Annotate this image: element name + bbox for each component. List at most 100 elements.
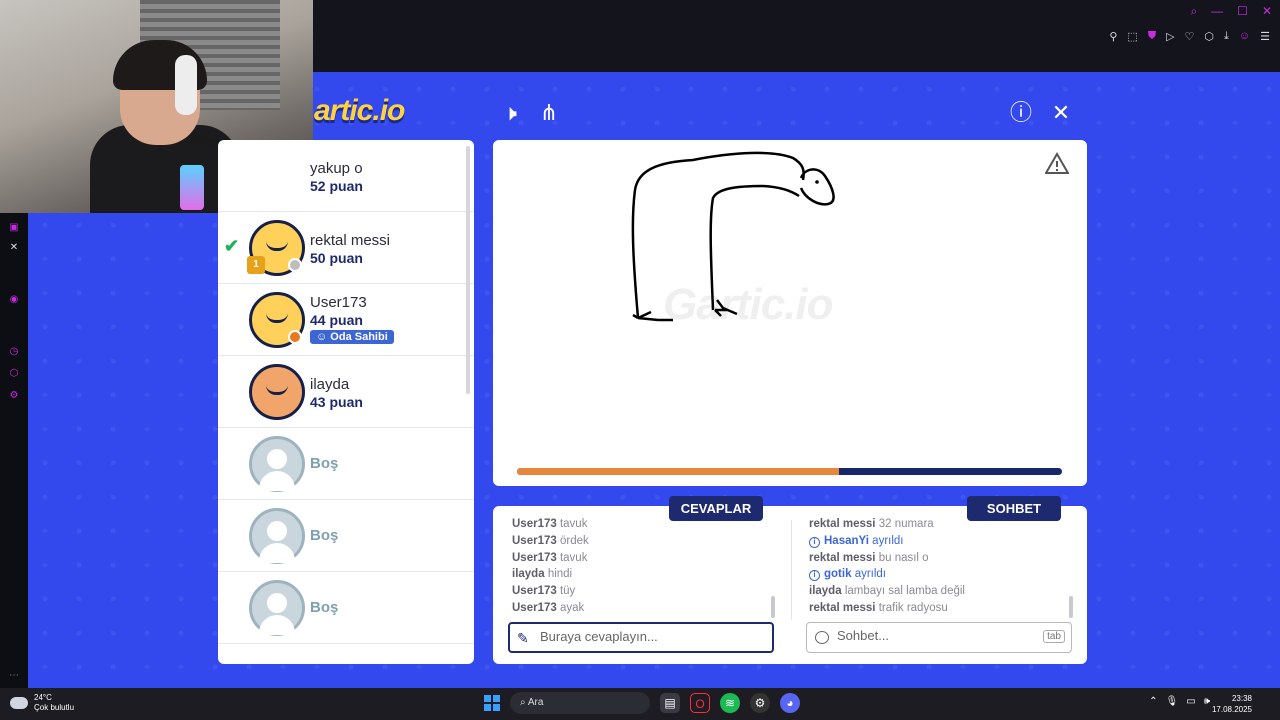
empty-avatar-icon: [249, 508, 305, 564]
cloud-icon: [10, 697, 28, 709]
chat-message: ilayda lambayı sal lamba değil: [809, 585, 965, 598]
player-name: rektal messi: [310, 232, 391, 249]
chat-message: rektal messi 32 numara: [809, 518, 934, 530]
spotify-icon[interactable]: ≋: [720, 693, 740, 713]
chat-bubble-icon: [815, 631, 829, 644]
status-dot: [288, 258, 302, 272]
drawing-canvas[interactable]: Gartic.io: [493, 140, 1087, 486]
answer-field[interactable]: ✎: [508, 622, 774, 653]
tab-key-hint: tab: [1043, 630, 1065, 643]
chat-list: rektal messi 32 numara i HasanYi ayrıldı re…: [809, 516, 965, 617]
twitch-icon[interactable]: ▣: [7, 221, 21, 235]
avatar[interactable]: [249, 364, 305, 420]
profile-icon[interactable]: ☺: [1239, 30, 1250, 43]
share-icon[interactable]: ⋔: [536, 100, 562, 126]
player-list-scrollbar[interactable]: [466, 146, 470, 394]
pin-icon[interactable]: ⚲: [1109, 30, 1117, 43]
maximize-icon[interactable]: ☐: [1237, 4, 1248, 19]
answers-list: User173 tavuk User173 ördek User173 tavuk i…: [512, 516, 589, 617]
pencil-icon: ✎: [517, 630, 529, 646]
heart-icon[interactable]: ♡: [1185, 30, 1195, 43]
settings-icon[interactable]: ⚙: [7, 389, 21, 403]
weather-desc: Çok bulutlu: [34, 703, 75, 712]
weather-widget[interactable]: 24°C Çok bulutlu: [10, 693, 74, 713]
opera-icon[interactable]: O: [690, 693, 710, 713]
chevron-up-icon[interactable]: ⌃: [1149, 696, 1157, 707]
player-score: 52 puan: [310, 178, 363, 194]
time-progress-bar: [517, 468, 1062, 475]
empty-avatar-icon: [249, 436, 305, 492]
time-progress-fill: [517, 468, 839, 475]
player-row: User173 44 puan ☺ Oda Sahibi: [218, 284, 474, 356]
game-logo: artic.io: [314, 94, 405, 127]
more-icon[interactable]: ⋯: [7, 669, 21, 683]
menu-icon[interactable]: ☰: [1260, 30, 1270, 43]
chat-input[interactable]: [837, 628, 1037, 643]
close-icon[interactable]: ✕: [1048, 100, 1074, 126]
play-icon[interactable]: ▷: [1166, 30, 1174, 43]
close-window-icon[interactable]: ✕: [1262, 4, 1272, 19]
player-name: yakup o: [310, 160, 363, 177]
microphone-icon[interactable]: 🎙: [1166, 696, 1179, 707]
taskbar-search[interactable]: ⌕ Ara: [510, 692, 650, 714]
player-name: ilayda: [310, 376, 350, 393]
player-score: 43 puan: [310, 394, 363, 410]
player-row: yakup o 52 puan: [218, 140, 474, 212]
empty-slot-label: Boş: [310, 599, 339, 616]
taskbar: 24°C Çok bulutlu ⌕ Ara ▤ O ≋ ⚙ ◕ ⌃ 🎙 ▭ 🕪…: [0, 688, 1280, 720]
system-message: i gotik ayrıldı: [809, 566, 965, 583]
extensions-rail-icon[interactable]: ⬡: [7, 367, 21, 381]
system-message: i HasanYi ayrıldı: [809, 533, 965, 550]
x-icon[interactable]: ✕: [7, 241, 21, 255]
player-icon[interactable]: ◉: [7, 293, 21, 307]
weather-temp: 24°C: [34, 693, 52, 702]
volume-icon[interactable]: 🕪: [1204, 696, 1210, 707]
player-row: ✔ 1 rektal messi 50 puan: [218, 212, 474, 284]
chat-message: rektal messi bu nasıl o: [809, 551, 929, 564]
window-controls: ⌕ — ☐ ✕: [1190, 4, 1272, 19]
windows-start-icon[interactable]: [484, 695, 500, 711]
player-score: 50 puan: [310, 250, 363, 266]
extensions-icon[interactable]: ⬡: [1204, 30, 1214, 43]
answers-scrollbar[interactable]: [771, 596, 775, 618]
empty-slot-label: Boş: [310, 455, 339, 472]
empty-slot[interactable]: Boş: [218, 428, 474, 500]
clock[interactable]: 23:38 17.08.2025: [1212, 693, 1252, 715]
minimize-icon[interactable]: —: [1211, 4, 1223, 19]
answer-item: ilayda hindi: [512, 568, 573, 581]
network-icon[interactable]: ▭: [1186, 696, 1195, 707]
search-icon[interactable]: ⌕: [1190, 4, 1197, 19]
info-icon: i: [809, 536, 820, 548]
empty-slot[interactable]: Boş: [218, 572, 474, 644]
screen: ⌕ — ☐ ✕ ⚲ ⬚ ⛊ ▷ ♡ ⬡ ⤓ ☺ ☰ ▣ ✕ ◉ ◷ ⬡ ⚙ ⋯: [0, 0, 1280, 720]
chat-scrollbar[interactable]: [1069, 596, 1073, 618]
trophy-icon: 1: [247, 256, 265, 274]
empty-slot-label: Boş: [310, 527, 339, 544]
answer-input[interactable]: [540, 629, 740, 644]
screenshot-icon[interactable]: ⬚: [1127, 30, 1137, 43]
steam-icon[interactable]: ⚙: [750, 693, 770, 713]
player-score: 44 puan: [310, 312, 363, 328]
chat-message: rektal messi trafik radyosu: [809, 601, 948, 614]
answer-item: User173 tüy: [512, 585, 576, 598]
answer-item: User173 tavuk: [512, 551, 588, 564]
answers-chat-panel: CEVAPLAR SOHBET User173 tavuk User173 örd…: [493, 496, 1087, 664]
check-icon: ✔: [224, 236, 240, 256]
taskbar-apps: ⌕ Ara ▤ O ≋ ⚙ ◕: [484, 692, 800, 714]
answer-item: User173 ayak: [512, 601, 585, 614]
discord-icon[interactable]: ◕: [780, 693, 800, 713]
info-icon[interactable]: ⓘ: [1008, 100, 1034, 126]
history-icon[interactable]: ◷: [7, 345, 21, 359]
shield-icon[interactable]: ⛊: [1148, 30, 1156, 43]
file-explorer-icon[interactable]: ▤: [660, 693, 680, 713]
player-row: ilayda 43 puan: [218, 356, 474, 428]
report-icon[interactable]: [1045, 152, 1069, 176]
browser-toolbar: ⚲ ⬚ ⛊ ▷ ♡ ⬡ ⤓ ☺ ☰: [1109, 30, 1270, 43]
download-icon[interactable]: ⤓: [1224, 30, 1229, 43]
tab-answers[interactable]: CEVAPLAR: [669, 496, 763, 521]
tab-chat[interactable]: SOHBET: [967, 496, 1061, 521]
chat-field[interactable]: tab: [806, 622, 1072, 653]
sound-icon[interactable]: 🕨: [497, 100, 523, 126]
empty-slot[interactable]: Boş: [218, 500, 474, 572]
answer-item: User173 tavuk: [512, 518, 588, 530]
